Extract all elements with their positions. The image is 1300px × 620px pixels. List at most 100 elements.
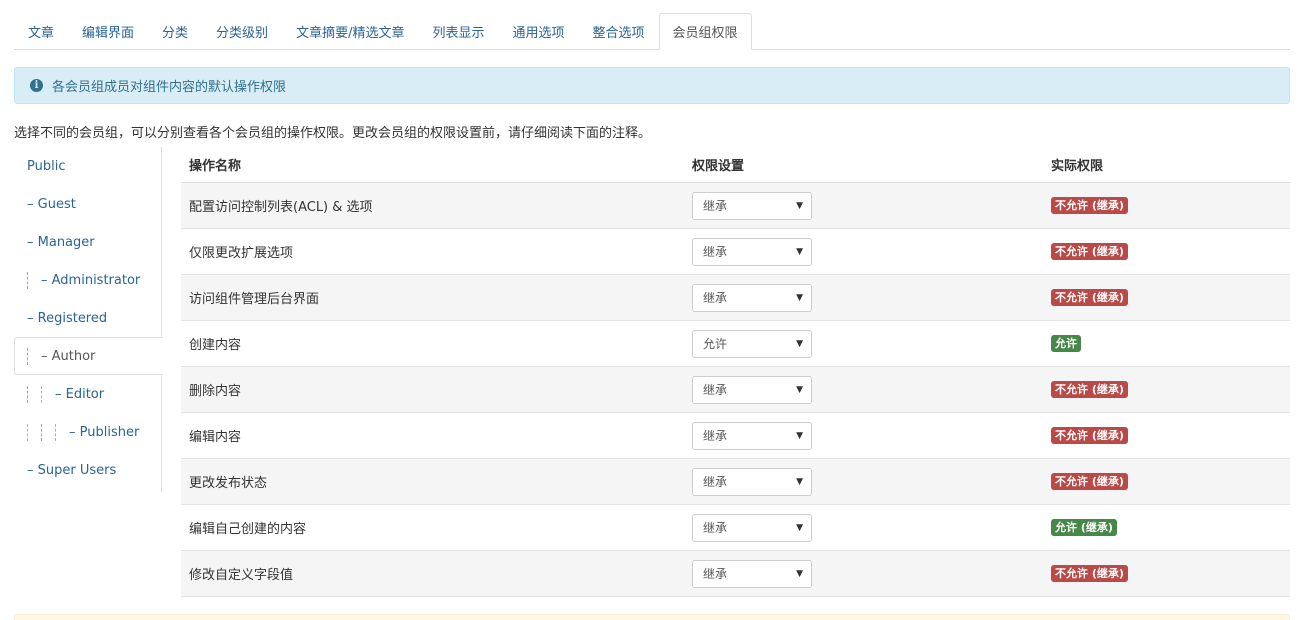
table-row: 仅限更改扩展选项 继承 ▼ 不允许 (继承)	[181, 229, 1290, 275]
setting-cell: 继承 ▼	[692, 559, 1051, 588]
action-name: 访问组件管理后台界面	[189, 292, 320, 307]
group-label: – Author	[41, 348, 96, 364]
tab-bar: 文章 编辑界面 分类 分类级别 文章摘要/精选文章 列表显示 通用选项 整合选项…	[14, 13, 1290, 50]
tab-blog-featured[interactable]: 文章摘要/精选文章	[282, 13, 418, 49]
group-list: Public – Guest – Manager – Administrator…	[14, 147, 163, 492]
action-name: 删除内容	[189, 384, 242, 399]
setting-cell: 继承 ▼	[692, 191, 1051, 220]
calculated-cell: 不允许 (继承)	[1051, 289, 1290, 306]
caret-down-icon: ▼	[796, 292, 803, 303]
calculated-badge: 不允许 (继承)	[1051, 427, 1128, 444]
permission-select[interactable]: 继承 ▼	[692, 421, 812, 450]
tab-category-levels[interactable]: 分类级别	[202, 13, 282, 49]
group-label: – Manager	[27, 234, 95, 250]
action-name: 编辑内容	[189, 430, 242, 445]
calculated-cell: 不允许 (继承)	[1051, 473, 1290, 490]
permission-select[interactable]: 继承 ▼	[692, 513, 812, 542]
tab-category[interactable]: 分类	[148, 13, 202, 49]
permission-select[interactable]: 继承 ▼	[692, 467, 812, 496]
tab-list-layout[interactable]: 列表显示	[418, 13, 498, 49]
group-item-publisher[interactable]: – Publisher	[14, 413, 161, 451]
table-row: 编辑内容 继承 ▼ 不允许 (继承)	[181, 413, 1290, 459]
caret-down-icon: ▼	[796, 338, 803, 349]
table-row: 编辑自己创建的内容 继承 ▼ 允许 (继承)	[181, 505, 1290, 551]
tab-permissions[interactable]: 会员组权限	[658, 13, 752, 50]
group-label: – Editor	[55, 386, 105, 402]
table-row: 修改自定义字段值 继承 ▼ 不允许 (继承)	[181, 551, 1290, 597]
permission-select-value: 继承	[703, 475, 728, 489]
calculated-cell: 不允许 (继承)	[1051, 427, 1290, 444]
tab-shared[interactable]: 通用选项	[498, 13, 578, 49]
tree-indent-line	[27, 385, 28, 403]
permission-select-value: 继承	[703, 429, 728, 443]
permission-select[interactable]: 继承 ▼	[692, 559, 812, 588]
tree-indent-line	[27, 423, 28, 441]
header-calculated: 实际权限	[1051, 159, 1104, 174]
caret-down-icon: ▼	[796, 200, 803, 211]
permission-select[interactable]: 继承 ▼	[692, 237, 812, 266]
calculated-badge: 不允许 (继承)	[1051, 197, 1128, 214]
permission-select[interactable]: 允许 ▼	[692, 329, 812, 358]
permission-select-value: 允许	[703, 337, 728, 351]
intro-text: 选择不同的会员组，可以分别查看各个会员组的操作权限。更改会员组的权限设置前，请仔…	[14, 126, 652, 141]
info-alert: i 各会员组成员对组件内容的默认操作权限	[14, 67, 1290, 104]
action-name: 修改自定义字段值	[189, 568, 294, 583]
group-item-author[interactable]: – Author	[14, 337, 163, 375]
tab-edit-screen[interactable]: 编辑界面	[68, 13, 148, 49]
group-label: – Super Users	[27, 462, 117, 478]
permission-select-value: 继承	[703, 567, 728, 581]
setting-cell: 继承 ▼	[692, 467, 1051, 496]
permission-select-value: 继承	[703, 521, 728, 535]
calculated-cell: 不允许 (继承)	[1051, 565, 1290, 582]
group-item-guest[interactable]: – Guest	[14, 185, 161, 223]
tree-indent-line	[41, 385, 42, 403]
permissions-table: 操作名称 权限设置 实际权限 配置访问控制列表(ACL) & 选项 继承 ▼ 不允许 …	[181, 147, 1290, 597]
table-body: 配置访问控制列表(ACL) & 选项 继承 ▼ 不允许 (继承) 仅限更改扩展选项 继承 ▼…	[181, 183, 1290, 597]
calculated-cell: 不允许 (继承)	[1051, 197, 1290, 214]
tab-article[interactable]: 文章	[14, 13, 68, 49]
group-item-super-users[interactable]: – Super Users	[14, 451, 161, 489]
calculated-cell: 允许 (继承)	[1051, 519, 1290, 536]
caret-down-icon: ▼	[796, 476, 803, 487]
tree-indent-line	[41, 423, 42, 441]
caret-down-icon: ▼	[796, 430, 803, 441]
action-name: 配置访问控制列表(ACL) & 选项	[189, 200, 373, 215]
calculated-cell: 不允许 (继承)	[1051, 243, 1290, 260]
calculated-badge: 不允许 (继承)	[1051, 289, 1128, 306]
setting-cell: 允许 ▼	[692, 329, 1051, 358]
tree-indent-line	[27, 347, 28, 365]
permission-select[interactable]: 继承 ▼	[692, 191, 812, 220]
calculated-badge: 不允许 (继承)	[1051, 243, 1128, 260]
tree-indent-line	[27, 271, 28, 289]
caret-down-icon: ▼	[796, 568, 803, 579]
action-name: 更改发布状态	[189, 476, 268, 491]
group-item-editor[interactable]: – Editor	[14, 375, 161, 413]
calculated-badge: 不允许 (继承)	[1051, 565, 1128, 582]
group-label: – Registered	[27, 310, 108, 326]
group-label: – Publisher	[69, 424, 140, 440]
tree-indent-line	[55, 423, 56, 441]
group-item-administrator[interactable]: – Administrator	[14, 261, 161, 299]
permission-select[interactable]: 继承 ▼	[692, 375, 812, 404]
action-name: 仅限更改扩展选项	[189, 246, 294, 261]
tab-integration[interactable]: 整合选项	[578, 13, 658, 49]
info-icon: i	[30, 79, 43, 92]
action-name: 编辑自己创建的内容	[189, 522, 307, 537]
caret-down-icon: ▼	[796, 384, 803, 395]
table-row: 配置访问控制列表(ACL) & 选项 继承 ▼ 不允许 (继承)	[181, 183, 1290, 229]
setting-cell: 继承 ▼	[692, 283, 1051, 312]
group-item-manager[interactable]: – Manager	[14, 223, 161, 261]
info-alert-text: 各会员组成员对组件内容的默认操作权限	[52, 80, 287, 95]
calculated-badge: 允许	[1051, 335, 1081, 352]
table-row: 更改发布状态 继承 ▼ 不允许 (继承)	[181, 459, 1290, 505]
permission-select[interactable]: 继承 ▼	[692, 283, 812, 312]
permissions-page: 文章 编辑界面 分类 分类级别 文章摘要/精选文章 列表显示 通用选项 整合选项…	[0, 0, 1300, 620]
calculated-cell: 不允许 (继承)	[1051, 381, 1290, 398]
group-item-public[interactable]: Public	[14, 147, 161, 185]
permission-select-value: 继承	[703, 383, 728, 397]
calculated-badge: 不允许 (继承)	[1051, 473, 1128, 490]
caret-down-icon: ▼	[796, 246, 803, 257]
table-header: 操作名称 权限设置 实际权限	[181, 147, 1290, 183]
caret-down-icon: ▼	[796, 522, 803, 533]
group-item-registered[interactable]: – Registered	[14, 299, 161, 337]
